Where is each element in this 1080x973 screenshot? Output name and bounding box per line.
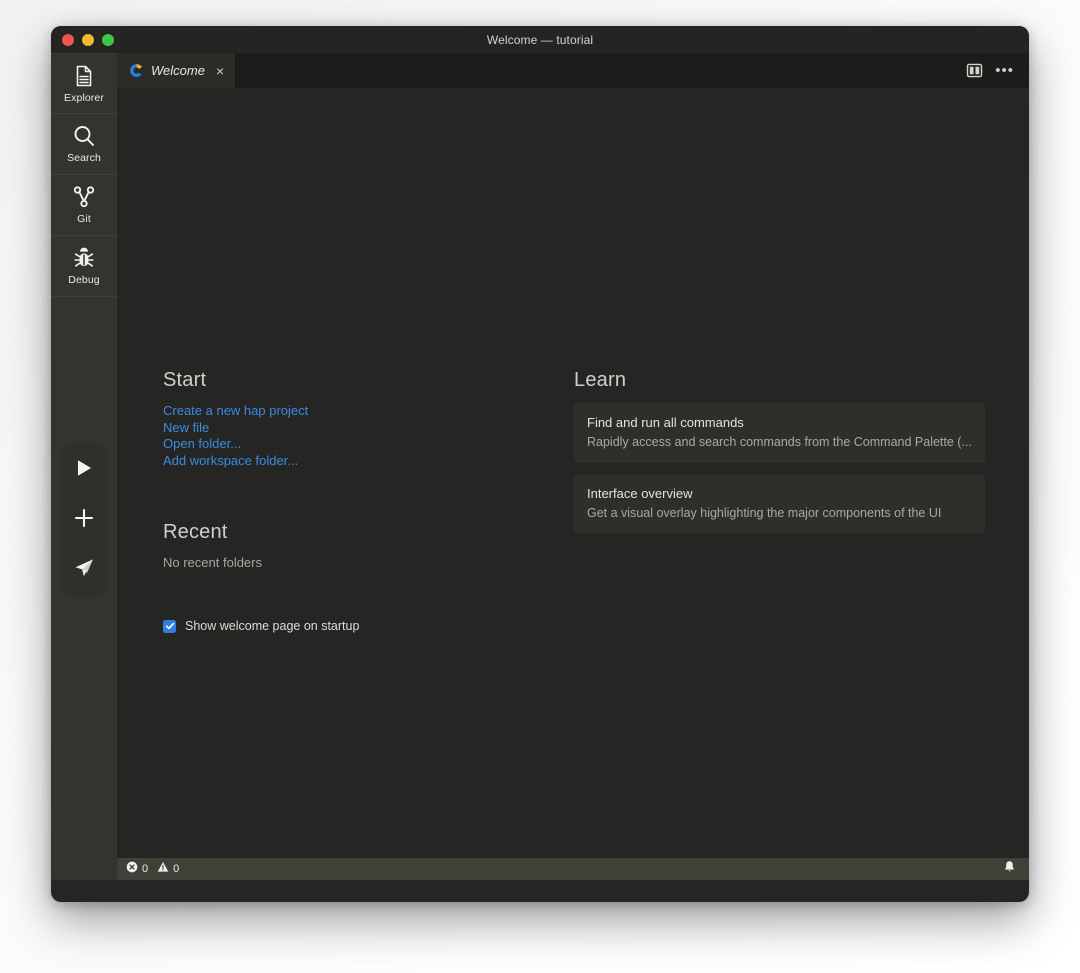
recent-heading: Recent bbox=[163, 521, 228, 543]
editor-area: Welcome × ••• Start Create a new hap pro… bbox=[117, 53, 1029, 880]
learn-column: Learn Find and run all commands Rapidly … bbox=[574, 369, 985, 633]
bell-icon[interactable] bbox=[1003, 860, 1016, 878]
start-column: Start Create a new hap project New file … bbox=[163, 369, 574, 633]
search-icon bbox=[72, 124, 96, 148]
close-button[interactable] bbox=[62, 33, 74, 46]
editor-tab-bar: Welcome × ••• bbox=[117, 53, 1029, 88]
add-button[interactable] bbox=[71, 507, 97, 533]
plus-icon bbox=[73, 507, 95, 534]
status-bar-left: 0 0 bbox=[126, 860, 179, 878]
start-link-open-folder[interactable]: Open folder... bbox=[163, 436, 241, 453]
welcome-columns: Start Create a new hap project New file … bbox=[163, 369, 1029, 633]
sidebar-item-label: Explorer bbox=[64, 91, 104, 104]
start-link-create-project[interactable]: Create a new hap project bbox=[163, 403, 308, 420]
warning-triangle-icon bbox=[157, 860, 169, 878]
traffic-light-buttons bbox=[62, 26, 114, 53]
learn-card-description: Get a visual overlay highlighting the ma… bbox=[587, 506, 942, 520]
status-errors-count: 0 bbox=[142, 863, 149, 875]
status-bar-right[interactable] bbox=[1003, 860, 1029, 878]
sidebar-item-debug[interactable]: Debug bbox=[51, 236, 117, 297]
editor-actions: ••• bbox=[966, 53, 1029, 88]
file-document-icon bbox=[72, 64, 96, 88]
close-icon[interactable]: × bbox=[216, 64, 224, 78]
recent-empty-text: No recent folders bbox=[163, 555, 262, 570]
app-logo-icon bbox=[129, 63, 144, 78]
minimize-button[interactable] bbox=[82, 33, 94, 46]
show-welcome-on-startup-row[interactable]: Show welcome page on startup bbox=[163, 619, 359, 633]
sidebar-item-label: Search bbox=[67, 152, 101, 164]
floating-action-cluster bbox=[61, 443, 107, 597]
status-errors[interactable]: 0 bbox=[126, 860, 148, 878]
bug-icon bbox=[72, 246, 96, 270]
error-circle-icon bbox=[126, 860, 138, 878]
sidebar-item-explorer[interactable]: Explorer bbox=[51, 53, 117, 114]
maximize-button[interactable] bbox=[102, 33, 114, 46]
activity-bar: Explorer Search Git Debug bbox=[51, 53, 117, 880]
learn-card-find-commands[interactable]: Find and run all commands Rapidly access… bbox=[574, 403, 985, 463]
welcome-page: Start Create a new hap project New file … bbox=[117, 88, 1029, 858]
window-title: Welcome — tutorial bbox=[486, 32, 594, 47]
application-window: Welcome — tutorial Explorer Search Git D… bbox=[51, 26, 1029, 902]
start-link-add-workspace-folder[interactable]: Add workspace folder... bbox=[163, 453, 298, 470]
tab-welcome[interactable]: Welcome × bbox=[117, 53, 236, 88]
title-bar[interactable]: Welcome — tutorial bbox=[51, 26, 1029, 53]
git-branch-icon bbox=[72, 185, 96, 209]
recent-section: Recent No recent folders bbox=[163, 521, 574, 571]
send-button[interactable] bbox=[71, 557, 97, 583]
show-welcome-checkbox[interactable] bbox=[163, 619, 176, 633]
show-welcome-label: Show welcome page on startup bbox=[185, 619, 360, 633]
window-body: Explorer Search Git Debug Welcome × ••• … bbox=[51, 53, 1029, 880]
status-bar: 0 0 bbox=[117, 858, 1029, 880]
desktop-background: Welcome — tutorial Explorer Search Git D… bbox=[0, 0, 1080, 973]
start-heading: Start bbox=[163, 369, 207, 391]
learn-heading: Learn bbox=[574, 369, 627, 391]
start-link-new-file[interactable]: New file bbox=[163, 420, 209, 437]
ellipsis-icon[interactable]: ••• bbox=[995, 63, 1014, 78]
learn-card-title: Interface overview bbox=[587, 486, 693, 501]
play-icon bbox=[73, 457, 95, 484]
learn-card-description: Rapidly access and search commands from … bbox=[587, 435, 972, 449]
sidebar-item-git[interactable]: Git bbox=[51, 175, 117, 236]
learn-card-title: Find and run all commands bbox=[587, 415, 744, 430]
split-editor-icon[interactable] bbox=[966, 62, 983, 79]
learn-card-interface-overview[interactable]: Interface overview Get a visual overlay … bbox=[574, 474, 985, 534]
sidebar-item-label: Debug bbox=[68, 274, 100, 286]
send-paper-plane-icon bbox=[73, 557, 95, 584]
tab-label: Welcome bbox=[151, 63, 205, 78]
status-warnings[interactable]: 0 bbox=[157, 860, 179, 878]
status-warnings-count: 0 bbox=[173, 863, 180, 875]
run-button[interactable] bbox=[71, 457, 97, 483]
sidebar-item-label: Git bbox=[77, 213, 91, 225]
sidebar-item-search[interactable]: Search bbox=[51, 114, 117, 175]
